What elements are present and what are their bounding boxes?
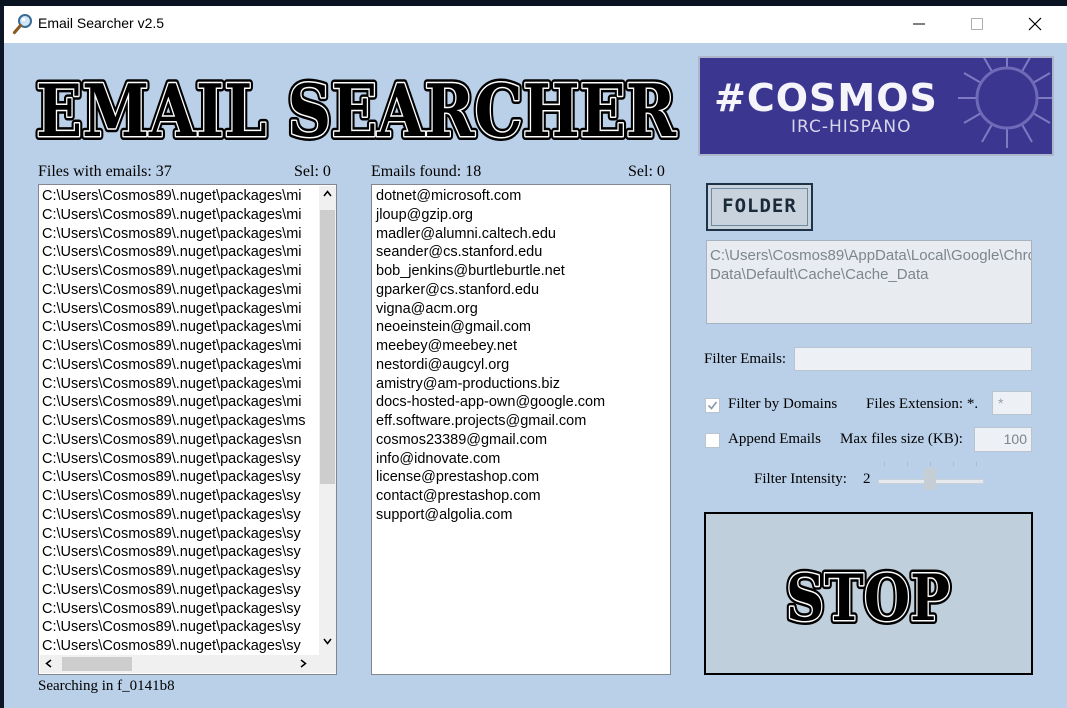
email-list-item[interactable]: gparker@cs.stanford.edu — [376, 281, 605, 300]
email-list-item[interactable]: vigna@acm.org — [376, 300, 605, 319]
filter-intensity-value: 2 — [863, 471, 871, 487]
file-list-item[interactable]: C:\Users\Cosmos89\.nuget\packages\sy — [42, 618, 314, 637]
app-logo: EMAIL SEARCHER EMAIL SEARCHER EMAIL SEAR… — [34, 66, 681, 146]
stop-button-label: STOP STOP STOP — [782, 557, 954, 640]
file-list-item[interactable]: C:\Users\Cosmos89\.nuget\packages\mi — [42, 243, 314, 262]
minimize-icon — [913, 23, 925, 25]
checkmark-icon — [707, 401, 718, 410]
emails-listbox[interactable]: dotnet@microsoft.com jloup@gzip.org madler… — [371, 184, 671, 675]
email-list-item[interactable]: neoeinstein@gmail.com — [376, 318, 605, 337]
filter-intensity-label: Filter Intensity: — [754, 471, 847, 487]
file-list-item[interactable]: C:\Users\Cosmos89\.nuget\packages\sy — [42, 543, 314, 562]
folder-button[interactable]: FOLDER — [706, 183, 813, 231]
maximize-button[interactable] — [949, 6, 1007, 43]
status-text: Searching in f_0141b8 — [38, 678, 175, 694]
filter-intensity-slider-thumb[interactable] — [924, 468, 936, 490]
email-list-item[interactable]: bob_jenkins@burtleburtle.net — [376, 262, 605, 281]
vertical-scroll-thumb[interactable] — [320, 210, 335, 484]
append-emails-checkbox[interactable] — [705, 433, 720, 448]
email-list-item[interactable]: meebey@meebey.net — [376, 337, 605, 356]
file-list-item[interactable]: C:\Users\Cosmos89\.nuget\packages\sn — [42, 431, 314, 450]
max-size-input[interactable]: 100 — [974, 427, 1032, 452]
files-sel-label: Sel: 0 — [294, 163, 331, 180]
banner-title: #COSMOS — [714, 76, 938, 120]
email-list-item[interactable]: support@algolia.com — [376, 506, 605, 525]
email-list-item[interactable]: contact@prestashop.com — [376, 487, 605, 506]
files-listbox[interactable]: C:\Users\Cosmos89\.nuget\packages\mi C:\U… — [38, 184, 337, 675]
folder-button-label: FOLDER — [722, 195, 797, 217]
app-window: Email Searcher v2.5 EMAIL SEARCHER EMAIL… — [4, 6, 1067, 708]
window-title: Email Searcher v2.5 — [38, 15, 165, 31]
radial-logo-icon — [958, 58, 1052, 148]
scroll-right-icon — [300, 659, 307, 668]
horizontal-scrollbar[interactable] — [40, 655, 336, 673]
email-list-item[interactable]: eff.software.projects@gmail.com — [376, 412, 605, 431]
title-bar: Email Searcher v2.5 — [4, 6, 1067, 43]
scroll-up-icon — [323, 190, 332, 197]
files-extension-label: Files Extension: *. — [866, 396, 979, 412]
append-emails-label: Append Emails — [728, 431, 821, 447]
email-list-item[interactable]: nestordi@augcyl.org — [376, 356, 605, 375]
emails-count-label: Emails found: 18 — [371, 163, 482, 180]
vertical-scrollbar[interactable] — [319, 186, 336, 655]
filter-emails-input[interactable] — [794, 347, 1032, 371]
banner-subtitle: IRC-HISPANO — [791, 117, 912, 137]
emails-sel-label: Sel: 0 — [628, 163, 665, 180]
svg-text:STOP: STOP — [786, 561, 950, 636]
scroll-down-icon — [323, 638, 332, 645]
max-size-label: Max files size (KB): — [840, 431, 963, 447]
email-list-item[interactable]: docs-hosted-app-own@google.com — [376, 393, 605, 412]
filter-domains-checkbox[interactable] — [705, 398, 720, 413]
file-list-item[interactable]: C:\Users\Cosmos89\.nuget\packages\sy — [42, 581, 314, 600]
file-list-item[interactable]: C:\Users\Cosmos89\.nuget\packages\mi — [42, 225, 314, 244]
file-list-item[interactable]: C:\Users\Cosmos89\.nuget\packages\mi — [42, 356, 314, 375]
magnifier-icon — [12, 13, 34, 35]
file-list-item[interactable]: C:\Users\Cosmos89\.nuget\packages\sy — [42, 506, 314, 525]
file-list-item[interactable]: C:\Users\Cosmos89\.nuget\packages\ms — [42, 412, 314, 431]
file-list-item[interactable]: C:\Users\Cosmos89\.nuget\packages\mi — [42, 281, 314, 300]
email-list-item[interactable]: license@prestashop.com — [376, 468, 605, 487]
filter-emails-label: Filter Emails: — [704, 351, 787, 367]
svg-text:EMAIL SEARCHER: EMAIL SEARCHER — [36, 68, 677, 146]
files-count-label: Files with emails: 37 — [38, 163, 172, 180]
scroll-left-icon — [45, 659, 52, 668]
file-list-item[interactable]: C:\Users\Cosmos89\.nuget\packages\mi — [42, 300, 314, 319]
close-button[interactable] — [1007, 6, 1065, 43]
email-list-item[interactable]: cosmos23389@gmail.com — [376, 431, 605, 450]
file-list-item[interactable]: C:\Users\Cosmos89\.nuget\packages\mi — [42, 318, 314, 337]
file-list-item[interactable]: C:\Users\Cosmos89\.nuget\packages\sy — [42, 637, 314, 655]
minimize-button[interactable] — [891, 6, 949, 43]
file-list-item[interactable]: C:\Users\Cosmos89\.nuget\packages\sy — [42, 487, 314, 506]
files-extension-input[interactable]: * — [992, 391, 1032, 415]
file-list-item[interactable]: C:\Users\Cosmos89\.nuget\packages\mi — [42, 337, 314, 356]
file-list-item[interactable]: C:\Users\Cosmos89\.nuget\packages\mi — [42, 375, 314, 394]
file-list-item[interactable]: C:\Users\Cosmos89\.nuget\packages\sy — [42, 600, 314, 619]
file-list-item[interactable]: C:\Users\Cosmos89\.nuget\packages\sy — [42, 450, 314, 469]
folder-path-field[interactable]: C:\Users\Cosmos89\AppData\Local\Google\C… — [706, 240, 1032, 324]
email-list-item[interactable]: madler@alumni.caltech.edu — [376, 225, 605, 244]
email-list-item[interactable]: info@idnovate.com — [376, 450, 605, 469]
file-list-item[interactable]: C:\Users\Cosmos89\.nuget\packages\mi — [42, 187, 314, 206]
stop-button[interactable]: STOP STOP STOP — [704, 512, 1033, 675]
email-list-item[interactable]: jloup@gzip.org — [376, 206, 605, 225]
email-list-item[interactable]: dotnet@microsoft.com — [376, 187, 605, 206]
file-list-item[interactable]: C:\Users\Cosmos89\.nuget\packages\sy — [42, 525, 314, 544]
maximize-icon — [971, 18, 983, 30]
filter-domains-label: Filter by Domains — [728, 396, 838, 412]
close-icon — [1028, 17, 1042, 31]
file-list-item[interactable]: C:\Users\Cosmos89\.nuget\packages\mi — [42, 262, 314, 281]
horizontal-scroll-thumb[interactable] — [62, 657, 132, 671]
file-list-item[interactable]: C:\Users\Cosmos89\.nuget\packages\sy — [42, 562, 314, 581]
cosmos-banner: #COSMOS IRC-HISPANO — [698, 56, 1054, 156]
file-list-item[interactable]: C:\Users\Cosmos89\.nuget\packages\sy — [42, 468, 314, 487]
email-list-item[interactable]: amistry@am-productions.biz — [376, 375, 605, 394]
file-list-item[interactable]: C:\Users\Cosmos89\.nuget\packages\mi — [42, 206, 314, 225]
file-list-item[interactable]: C:\Users\Cosmos89\.nuget\packages\mi — [42, 393, 314, 412]
email-list-item[interactable]: seander@cs.stanford.edu — [376, 243, 605, 262]
